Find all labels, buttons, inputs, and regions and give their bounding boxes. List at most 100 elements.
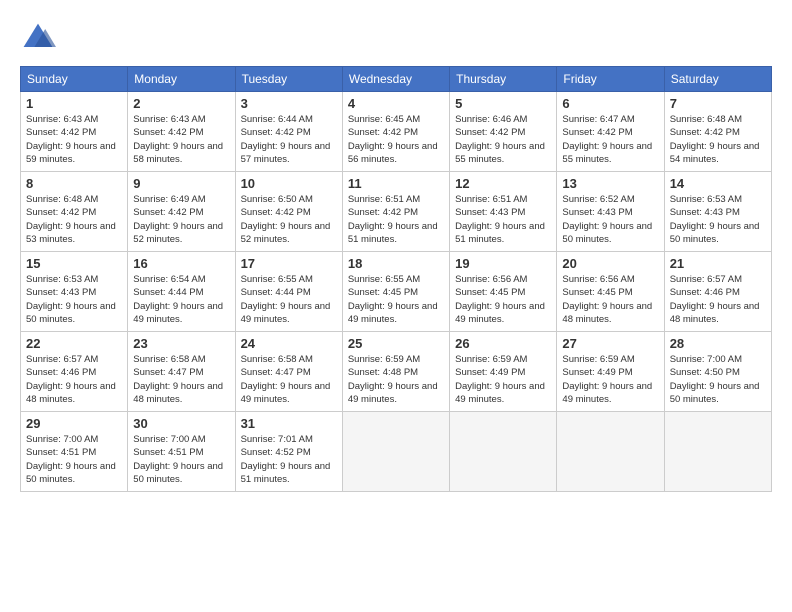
weekday-header: Sunday [21, 67, 128, 92]
day-number: 16 [133, 256, 229, 271]
calendar-day: 14 Sunrise: 6:53 AMSunset: 4:43 PMDayligh… [664, 172, 771, 252]
day-info: Sunrise: 6:57 AMSunset: 4:46 PMDaylight:… [670, 273, 766, 326]
calendar-day: 22 Sunrise: 6:57 AMSunset: 4:46 PMDayligh… [21, 332, 128, 412]
day-number: 13 [562, 176, 658, 191]
calendar-day: 12 Sunrise: 6:51 AMSunset: 4:43 PMDayligh… [450, 172, 557, 252]
day-info: Sunrise: 6:48 AMSunset: 4:42 PMDaylight:… [26, 193, 122, 246]
weekday-header: Tuesday [235, 67, 342, 92]
day-number: 21 [670, 256, 766, 271]
day-number: 29 [26, 416, 122, 431]
day-info: Sunrise: 6:43 AMSunset: 4:42 PMDaylight:… [133, 113, 229, 166]
calendar-day: 3Sunrise: 6:44 AMSunset: 4:42 PMDaylight… [235, 92, 342, 172]
day-info: Sunrise: 6:43 AMSunset: 4:42 PMDaylight:… [26, 113, 122, 166]
day-info: Sunrise: 6:55 AMSunset: 4:44 PMDaylight:… [241, 273, 337, 326]
calendar-day: 28Sunrise: 7:00 AMSunset: 4:50 PMDayligh… [664, 332, 771, 412]
day-info: Sunrise: 6:51 AMSunset: 4:43 PMDaylight:… [455, 193, 551, 246]
day-number: 19 [455, 256, 551, 271]
day-info: Sunrise: 6:46 AMSunset: 4:42 PMDaylight:… [455, 113, 551, 166]
day-info: Sunrise: 7:00 AMSunset: 4:51 PMDaylight:… [133, 433, 229, 486]
calendar-day: 16 Sunrise: 6:54 AMSunset: 4:44 PMDayligh… [128, 252, 235, 332]
day-number: 4 [348, 96, 444, 111]
day-info: Sunrise: 6:52 AMSunset: 4:43 PMDaylight:… [562, 193, 658, 246]
calendar-day: 4 Sunrise: 6:45 AMSunset: 4:42 PMDaylight… [342, 92, 449, 172]
day-number: 28 [670, 336, 766, 351]
day-info: Sunrise: 7:01 AMSunset: 4:52 PMDaylight:… [241, 433, 337, 486]
day-info: Sunrise: 6:55 AMSunset: 4:45 PMDaylight:… [348, 273, 444, 326]
calendar-day: 18Sunrise: 6:55 AMSunset: 4:45 PMDayligh… [342, 252, 449, 332]
weekday-header: Wednesday [342, 67, 449, 92]
day-number: 8 [26, 176, 122, 191]
day-info: Sunrise: 6:53 AMSunset: 4:43 PMDaylight:… [26, 273, 122, 326]
day-info: Sunrise: 6:59 AMSunset: 4:49 PMDaylight:… [562, 353, 658, 406]
calendar-day: 30 Sunrise: 7:00 AMSunset: 4:51 PMDayligh… [128, 412, 235, 492]
day-info: Sunrise: 6:59 AMSunset: 4:49 PMDaylight:… [455, 353, 551, 406]
day-number: 22 [26, 336, 122, 351]
calendar-day: 31 Sunrise: 7:01 AMSunset: 4:52 PMDayligh… [235, 412, 342, 492]
day-number: 17 [241, 256, 337, 271]
weekday-header: Thursday [450, 67, 557, 92]
day-number: 9 [133, 176, 229, 191]
day-number: 11 [348, 176, 444, 191]
calendar-day [342, 412, 449, 492]
day-info: Sunrise: 6:50 AMSunset: 4:42 PMDaylight:… [241, 193, 337, 246]
day-number: 5 [455, 96, 551, 111]
day-number: 14 [670, 176, 766, 191]
day-info: Sunrise: 6:49 AMSunset: 4:42 PMDaylight:… [133, 193, 229, 246]
day-info: Sunrise: 6:58 AMSunset: 4:47 PMDaylight:… [133, 353, 229, 406]
logo [20, 20, 62, 56]
calendar-day [450, 412, 557, 492]
day-info: Sunrise: 6:48 AMSunset: 4:42 PMDaylight:… [670, 113, 766, 166]
calendar-day: 7 Sunrise: 6:48 AMSunset: 4:42 PMDaylight… [664, 92, 771, 172]
day-info: Sunrise: 6:58 AMSunset: 4:47 PMDaylight:… [241, 353, 337, 406]
page-header [20, 20, 772, 56]
day-number: 6 [562, 96, 658, 111]
calendar-day: 8 Sunrise: 6:48 AMSunset: 4:42 PMDaylight… [21, 172, 128, 252]
day-number: 12 [455, 176, 551, 191]
day-number: 23 [133, 336, 229, 351]
calendar-week-row: 29 Sunrise: 7:00 AMSunset: 4:51 PMDayligh… [21, 412, 772, 492]
day-number: 25 [348, 336, 444, 351]
calendar-day [557, 412, 664, 492]
calendar-day: 27 Sunrise: 6:59 AMSunset: 4:49 PMDayligh… [557, 332, 664, 412]
day-info: Sunrise: 6:53 AMSunset: 4:43 PMDaylight:… [670, 193, 766, 246]
day-number: 31 [241, 416, 337, 431]
calendar-day: 17 Sunrise: 6:55 AMSunset: 4:44 PMDayligh… [235, 252, 342, 332]
day-info: Sunrise: 6:59 AMSunset: 4:48 PMDaylight:… [348, 353, 444, 406]
day-info: Sunrise: 6:45 AMSunset: 4:42 PMDaylight:… [348, 113, 444, 166]
day-number: 27 [562, 336, 658, 351]
day-info: Sunrise: 6:56 AMSunset: 4:45 PMDaylight:… [455, 273, 551, 326]
calendar-day: 1 Sunrise: 6:43 AMSunset: 4:42 PMDaylight… [21, 92, 128, 172]
weekday-header-row: SundayMondayTuesdayWednesdayThursdayFrid… [21, 67, 772, 92]
day-info: Sunrise: 6:44 AMSunset: 4:42 PMDaylight:… [241, 113, 337, 166]
logo-icon [20, 20, 56, 56]
calendar-day: 19 Sunrise: 6:56 AMSunset: 4:45 PMDayligh… [450, 252, 557, 332]
day-number: 24 [241, 336, 337, 351]
calendar-day: 5 Sunrise: 6:46 AMSunset: 4:42 PMDaylight… [450, 92, 557, 172]
calendar-day: 25 Sunrise: 6:59 AMSunset: 4:48 PMDayligh… [342, 332, 449, 412]
calendar-day: 11 Sunrise: 6:51 AMSunset: 4:42 PMDayligh… [342, 172, 449, 252]
day-info: Sunrise: 6:57 AMSunset: 4:46 PMDaylight:… [26, 353, 122, 406]
calendar-day: 9 Sunrise: 6:49 AMSunset: 4:42 PMDaylight… [128, 172, 235, 252]
day-number: 1 [26, 96, 122, 111]
day-number: 30 [133, 416, 229, 431]
calendar-day: 24 Sunrise: 6:58 AMSunset: 4:47 PMDayligh… [235, 332, 342, 412]
weekday-header: Friday [557, 67, 664, 92]
calendar-day: 23 Sunrise: 6:58 AMSunset: 4:47 PMDayligh… [128, 332, 235, 412]
day-number: 15 [26, 256, 122, 271]
day-info: Sunrise: 6:54 AMSunset: 4:44 PMDaylight:… [133, 273, 229, 326]
calendar-week-row: 15 Sunrise: 6:53 AMSunset: 4:43 PMDayligh… [21, 252, 772, 332]
day-number: 2 [133, 96, 229, 111]
day-number: 7 [670, 96, 766, 111]
calendar-week-row: 8 Sunrise: 6:48 AMSunset: 4:42 PMDaylight… [21, 172, 772, 252]
day-number: 10 [241, 176, 337, 191]
weekday-header: Saturday [664, 67, 771, 92]
calendar-day [664, 412, 771, 492]
day-info: Sunrise: 6:56 AMSunset: 4:45 PMDaylight:… [562, 273, 658, 326]
day-info: Sunrise: 7:00 AMSunset: 4:51 PMDaylight:… [26, 433, 122, 486]
calendar: SundayMondayTuesdayWednesdayThursdayFrid… [20, 66, 772, 492]
calendar-day: 6Sunrise: 6:47 AMSunset: 4:42 PMDaylight… [557, 92, 664, 172]
calendar-day: 29 Sunrise: 7:00 AMSunset: 4:51 PMDayligh… [21, 412, 128, 492]
day-info: Sunrise: 6:51 AMSunset: 4:42 PMDaylight:… [348, 193, 444, 246]
day-number: 20 [562, 256, 658, 271]
calendar-day: 2 Sunrise: 6:43 AMSunset: 4:42 PMDaylight… [128, 92, 235, 172]
